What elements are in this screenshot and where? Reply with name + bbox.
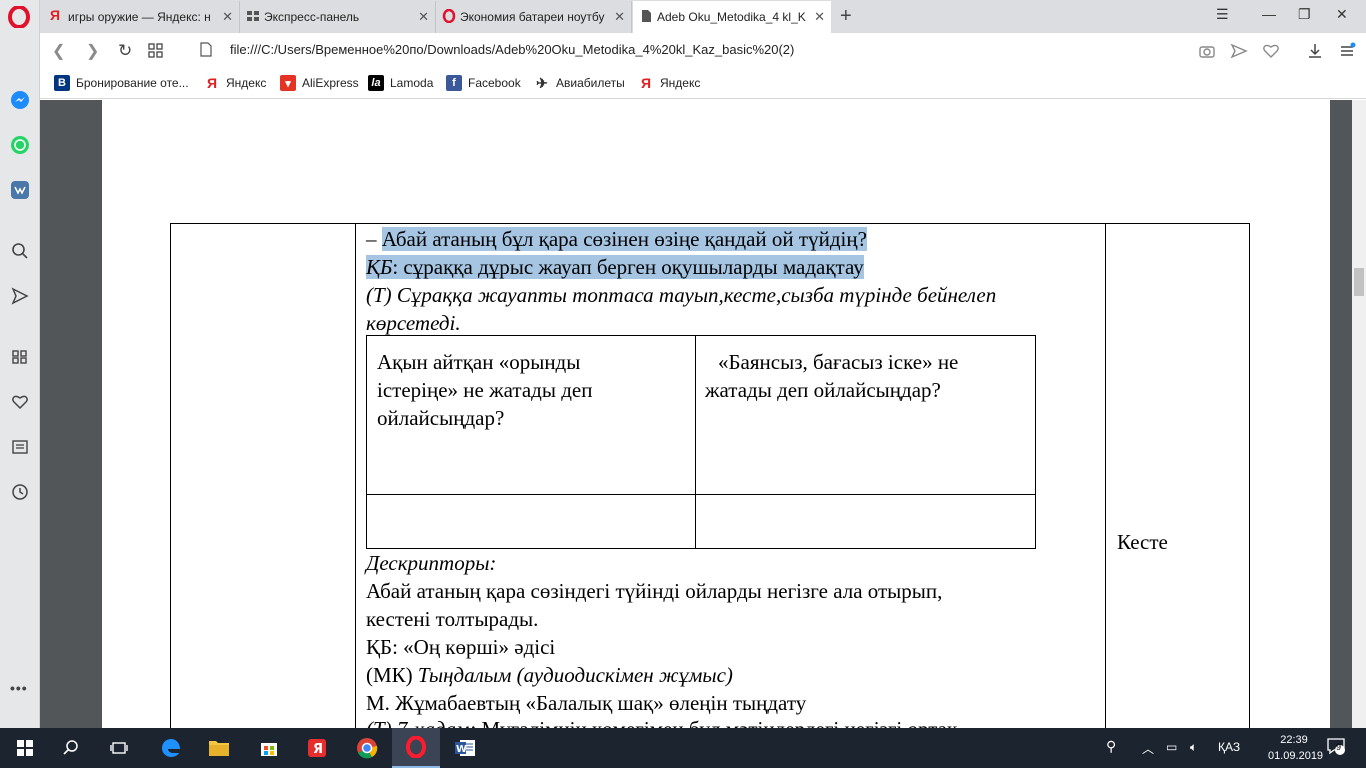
bookmark-facebook[interactable]: f Facebook — [446, 75, 521, 91]
doc-line-task-cont[interactable]: көрсетеді. — [366, 309, 461, 337]
volume-icon[interactable]: 🔈︎ — [1190, 740, 1197, 755]
yandex-icon: Я — [50, 7, 61, 23]
doc-descriptors-heading[interactable]: Дескрипторы: — [366, 549, 496, 577]
scrollbar[interactable] — [1352, 100, 1366, 728]
news-icon[interactable] — [9, 436, 31, 458]
camera-icon[interactable] — [1198, 42, 1216, 60]
close-tab-icon[interactable]: ✕ — [614, 9, 625, 25]
speed-dial-icon[interactable] — [148, 43, 163, 58]
doc-line-kb[interactable]: ҚБ: сұраққа дұрыс жауап берген оқушылард… — [366, 253, 864, 281]
doc-line-poem[interactable]: М. Жұмабаевтың «Балалық шақ» өлеңін тыңд… — [366, 689, 806, 717]
bookmark-aliexpress[interactable]: ▾ AliExpress — [280, 75, 359, 91]
tab-speed-dial[interactable]: Экспресс-панель ✕ — [240, 1, 436, 33]
booking-icon: B — [54, 75, 70, 91]
clock[interactable]: 22:39 01.09.2019 — [1268, 732, 1323, 764]
svg-text:W: W — [456, 744, 467, 755]
tab-bar: Я игры оружие — Яндекс: н ✕ Экспресс-пан… — [40, 0, 1366, 33]
speed-dial-icon — [247, 11, 259, 21]
url-field[interactable]: file:///C:/Users/Временное%20по/Download… — [230, 42, 794, 57]
bookmark-avia[interactable]: ✈ Авиабилеты — [534, 75, 625, 91]
inner-table-divider — [366, 494, 1036, 495]
tab-yandex-search[interactable]: Я игры оружие — Яндекс: н ✕ — [44, 1, 240, 33]
send-icon[interactable] — [9, 285, 31, 307]
history-icon[interactable] — [9, 481, 31, 503]
messenger-icon[interactable] — [9, 89, 31, 111]
chrome-icon[interactable] — [354, 736, 380, 760]
send-icon[interactable] — [1230, 42, 1248, 60]
download-icon[interactable] — [1306, 42, 1324, 60]
menu-icon[interactable] — [1338, 42, 1356, 60]
tab-document[interactable]: Adeb Oku_Metodika_4 kl_K ✕ — [633, 1, 831, 33]
heart-icon[interactable] — [1262, 42, 1280, 60]
back-icon[interactable]: ❮ — [52, 41, 65, 61]
close-window-icon[interactable]: ✕ — [1336, 6, 1348, 23]
show-hidden-icons[interactable]: ︿ — [1142, 740, 1154, 757]
table-divider — [1105, 223, 1106, 743]
bookmark-booking[interactable]: B Бронирование оте... — [54, 75, 189, 91]
people-icon[interactable]: ⚲ — [1106, 738, 1116, 755]
bookmark-lamoda[interactable]: la Lamoda — [368, 75, 433, 91]
edge-icon[interactable] — [158, 736, 184, 760]
svg-text:Я: Я — [313, 742, 323, 757]
table-divider — [355, 223, 356, 743]
inner-table-cell-2[interactable]: «Баянсыз, бағасыз іске» не жатады деп ой… — [705, 348, 958, 404]
inner-table-divider — [695, 335, 696, 549]
windows-start-icon[interactable] — [12, 736, 38, 760]
plane-icon: ✈ — [536, 74, 548, 91]
scrollbar-thumb[interactable] — [1354, 268, 1364, 296]
aliexpress-icon: ▾ — [280, 75, 296, 91]
bookmark-yandex-2[interactable]: Я Яндекс — [638, 75, 700, 91]
doc-line-question[interactable]: – Абай атаның бұл қара сөзінен өзіңе қан… — [366, 225, 867, 253]
close-tab-icon[interactable]: ✕ — [418, 9, 429, 25]
language-indicator[interactable]: ҚАЗ — [1218, 740, 1240, 754]
minimize-icon[interactable]: — — [1262, 6, 1276, 22]
file-icon — [200, 42, 212, 57]
yandex-icon: Я — [640, 75, 652, 91]
doc-line-listening[interactable]: (МК) Тыңдалым (аудиодискімен жұмыс) — [366, 661, 733, 689]
windows-taskbar: Я W ⚲ ︿ ▭ 🔈︎ ҚАЗ 22:39 01.09.2019 9 — [0, 728, 1366, 768]
bookmark-yandex[interactable]: Я Яндекс — [204, 75, 266, 91]
search-icon[interactable] — [58, 736, 84, 760]
file-explorer-icon[interactable] — [206, 736, 232, 760]
document-icon — [642, 10, 651, 22]
notifications-icon[interactable]: 9 — [1326, 736, 1346, 759]
speed-dial-icon[interactable] — [9, 346, 31, 368]
tab-battery-saving[interactable]: Экономия батареи ноутбу ✕ — [436, 1, 632, 33]
reload-icon[interactable]: ↻ — [118, 41, 132, 61]
opera-sidebar: ••• — [0, 0, 40, 728]
doc-line-task[interactable]: (Т) Сұраққа жауапты топтаса тауып,кесте,… — [366, 281, 996, 309]
yandex-icon: Я — [206, 75, 218, 91]
doc-line-method[interactable]: ҚБ: «Оң көрші» әдісі — [366, 633, 555, 661]
inner-table-cell-1[interactable]: Ақын айтқан «орынды істеріңе» не жатады … — [377, 348, 592, 432]
doc-line-descriptor[interactable]: Абай атаның қара сөзіндегі түйінді ойлар… — [366, 577, 942, 605]
doc-line-descriptor-cont[interactable]: кестені толтырады. — [366, 605, 538, 633]
opera-taskbar-icon[interactable] — [392, 728, 440, 768]
search-icon[interactable] — [9, 240, 31, 262]
maximize-icon[interactable]: ❐ — [1298, 6, 1311, 23]
opera-icon — [442, 9, 456, 23]
tab-menu-icon[interactable]: ☰ — [1216, 6, 1229, 23]
notification-count: 9 — [1336, 742, 1342, 752]
yandex-browser-icon[interactable]: Я — [304, 736, 330, 760]
lamoda-icon: la — [368, 75, 384, 91]
close-tab-icon[interactable]: ✕ — [814, 9, 825, 25]
store-icon[interactable] — [256, 736, 282, 760]
heart-icon[interactable] — [9, 391, 31, 413]
new-tab-icon[interactable]: + — [840, 5, 852, 28]
address-bar-row: ❮ ❯ ↻ file:///C:/Users/Временное%20по/Do… — [40, 33, 1366, 69]
more-icon[interactable]: ••• — [10, 680, 28, 696]
opera-logo-icon[interactable] — [8, 6, 30, 28]
forward-icon[interactable]: ❯ — [86, 41, 99, 61]
facebook-icon: f — [446, 75, 462, 91]
doc-line-step[interactable]: (Т) 7-қадам: Мұғалімнің көмегімен бұл мә… — [366, 715, 957, 728]
doc-resource-cell[interactable]: Кесте — [1117, 528, 1168, 556]
close-tab-icon[interactable]: ✕ — [222, 9, 233, 25]
word-icon[interactable]: W — [452, 736, 478, 760]
task-view-icon[interactable] — [106, 736, 132, 760]
whatsapp-icon[interactable] — [9, 134, 31, 156]
bookmarks-bar: B Бронирование оте... Я Яндекс ▾ AliExpr… — [40, 69, 1366, 99]
vk-icon[interactable] — [9, 179, 31, 201]
battery-icon[interactable]: ▭ — [1166, 740, 1177, 754]
